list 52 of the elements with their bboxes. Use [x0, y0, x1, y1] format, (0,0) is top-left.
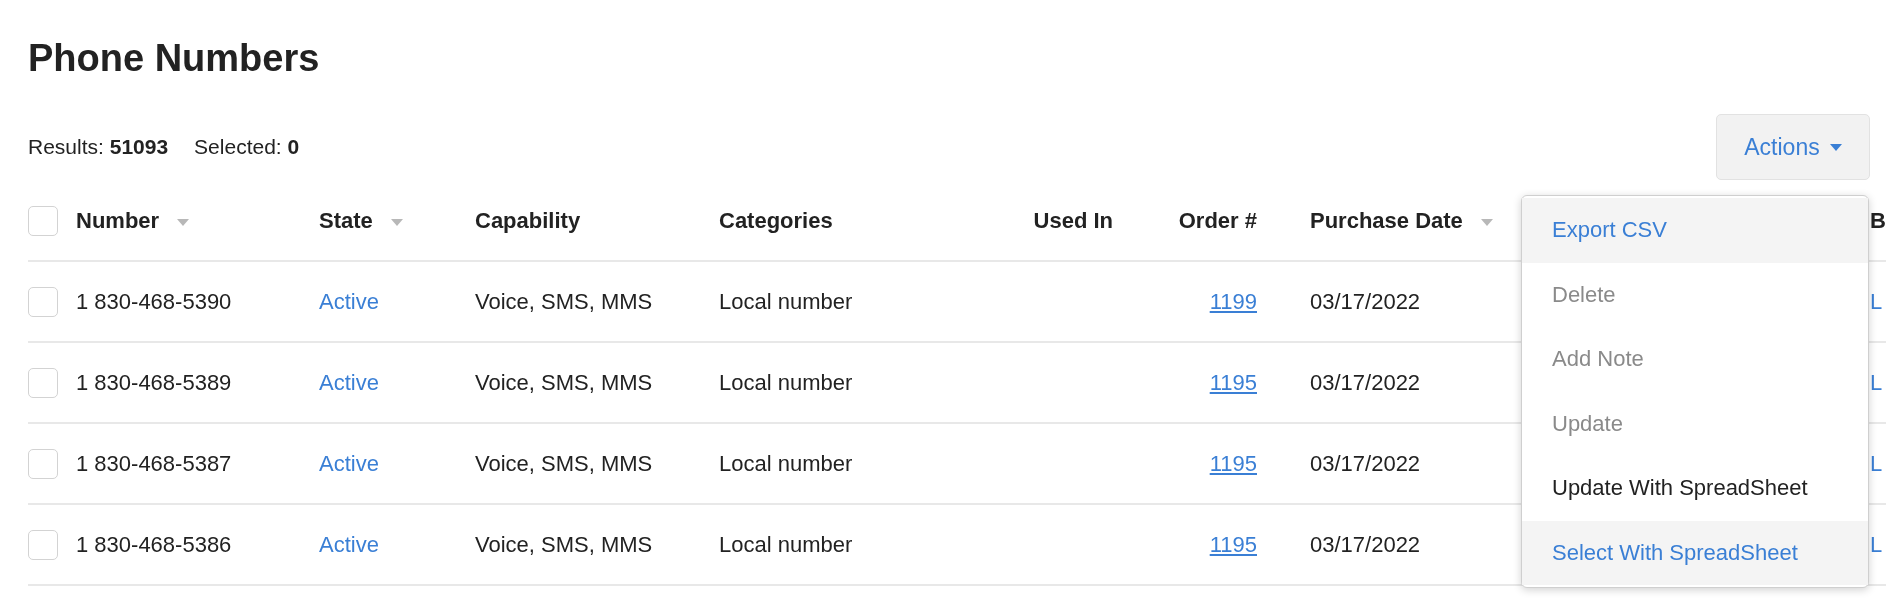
row-checkbox[interactable]	[28, 448, 58, 479]
column-header[interactable]: B	[1870, 208, 1886, 234]
sort-icon[interactable]	[177, 219, 190, 226]
order-link[interactable]: 1195	[1209, 450, 1257, 476]
table-cell: Local number	[719, 288, 853, 314]
page-title: Phone Numbers	[27, 36, 321, 80]
sort-icon[interactable]	[390, 219, 403, 226]
table-cell: Voice, SMS, MMS	[475, 369, 653, 395]
table-cell: Local number	[719, 450, 853, 476]
caret-icon	[1829, 143, 1842, 151]
table-cell: 1 830-468-5387	[76, 450, 232, 476]
table-cell: 03/17/2022	[1310, 369, 1421, 395]
column-header[interactable]: Order #	[1178, 208, 1257, 234]
table-cell: Voice, SMS, MMS	[475, 531, 653, 557]
row-checkbox[interactable]	[28, 286, 58, 317]
state-link[interactable]: Active	[319, 369, 379, 395]
order-link[interactable]: 1195	[1209, 369, 1257, 395]
column-header[interactable]: Categories	[719, 208, 833, 234]
row-checkbox[interactable]	[28, 367, 58, 398]
row-checkbox[interactable]	[28, 529, 58, 560]
table-cell: 1 830-468-5386	[76, 531, 232, 557]
table-cell: 1 830-468-5390	[76, 288, 232, 314]
column-header[interactable]: Capability	[475, 208, 581, 234]
order-link[interactable]: 1199	[1209, 288, 1257, 314]
actions-button[interactable]: Actions	[1716, 114, 1870, 180]
column-header[interactable]: State	[319, 208, 373, 234]
table-cell: Voice, SMS, MMS	[475, 288, 653, 314]
menu-item[interactable]: Export CSV	[1522, 198, 1868, 263]
state-link[interactable]: Active	[319, 531, 379, 557]
table-cell: 03/17/2022	[1310, 450, 1421, 476]
table-link[interactable]: L	[1870, 369, 1883, 395]
menu-item[interactable]: Select With SpreadSheet	[1522, 520, 1868, 585]
column-header[interactable]: Number	[76, 208, 160, 234]
table-link[interactable]: L	[1870, 288, 1883, 314]
state-link[interactable]: Active	[319, 288, 379, 314]
column-header[interactable]: Used In	[1033, 208, 1113, 234]
results-count: Results: 51093	[28, 135, 169, 159]
table-cell: Voice, SMS, MMS	[475, 450, 653, 476]
menu-item[interactable]: Update With SpreadSheet	[1522, 456, 1868, 521]
table-cell: Local number	[719, 531, 853, 557]
order-link[interactable]: 1195	[1209, 531, 1257, 557]
table-cell: 1 830-468-5389	[76, 369, 232, 395]
state-link[interactable]: Active	[319, 450, 379, 476]
table-cell: Local number	[719, 369, 853, 395]
sort-icon[interactable]	[1480, 219, 1493, 226]
table-link[interactable]: L	[1870, 531, 1883, 557]
table-link[interactable]: L	[1870, 450, 1883, 476]
column-header[interactable]: Purchase Date	[1310, 208, 1463, 234]
select-all-checkbox[interactable]	[28, 206, 58, 236]
table-cell: 03/17/2022	[1310, 531, 1421, 557]
selected-count: Selected: 0	[194, 135, 300, 159]
table-cell: 03/17/2022	[1310, 288, 1421, 314]
